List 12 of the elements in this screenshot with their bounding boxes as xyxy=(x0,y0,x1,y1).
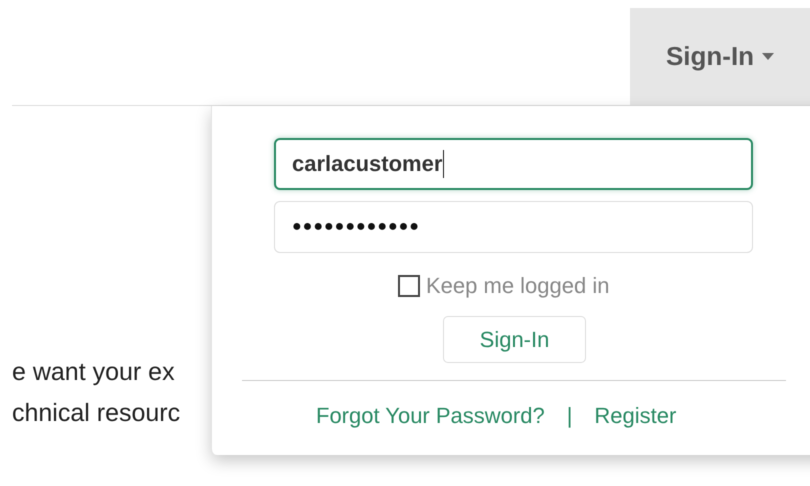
checkbox-label: Keep me logged in xyxy=(426,273,610,299)
sign-in-button[interactable]: Sign-In xyxy=(443,316,586,363)
body-text: e want your ex xyxy=(12,358,175,387)
checkbox[interactable] xyxy=(398,275,420,297)
sign-in-menu[interactable]: Sign-In xyxy=(630,8,810,105)
link-separator: | xyxy=(566,403,572,429)
forgot-password-link[interactable]: Forgot Your Password? xyxy=(316,403,545,429)
caret-icon xyxy=(762,53,774,60)
password-field[interactable]: ●●●●●●●●●●●● xyxy=(274,201,753,253)
username-field[interactable]: carlacustomer xyxy=(274,138,753,190)
register-link[interactable]: Register xyxy=(594,403,676,429)
body-text: chnical resourc xyxy=(12,399,180,428)
